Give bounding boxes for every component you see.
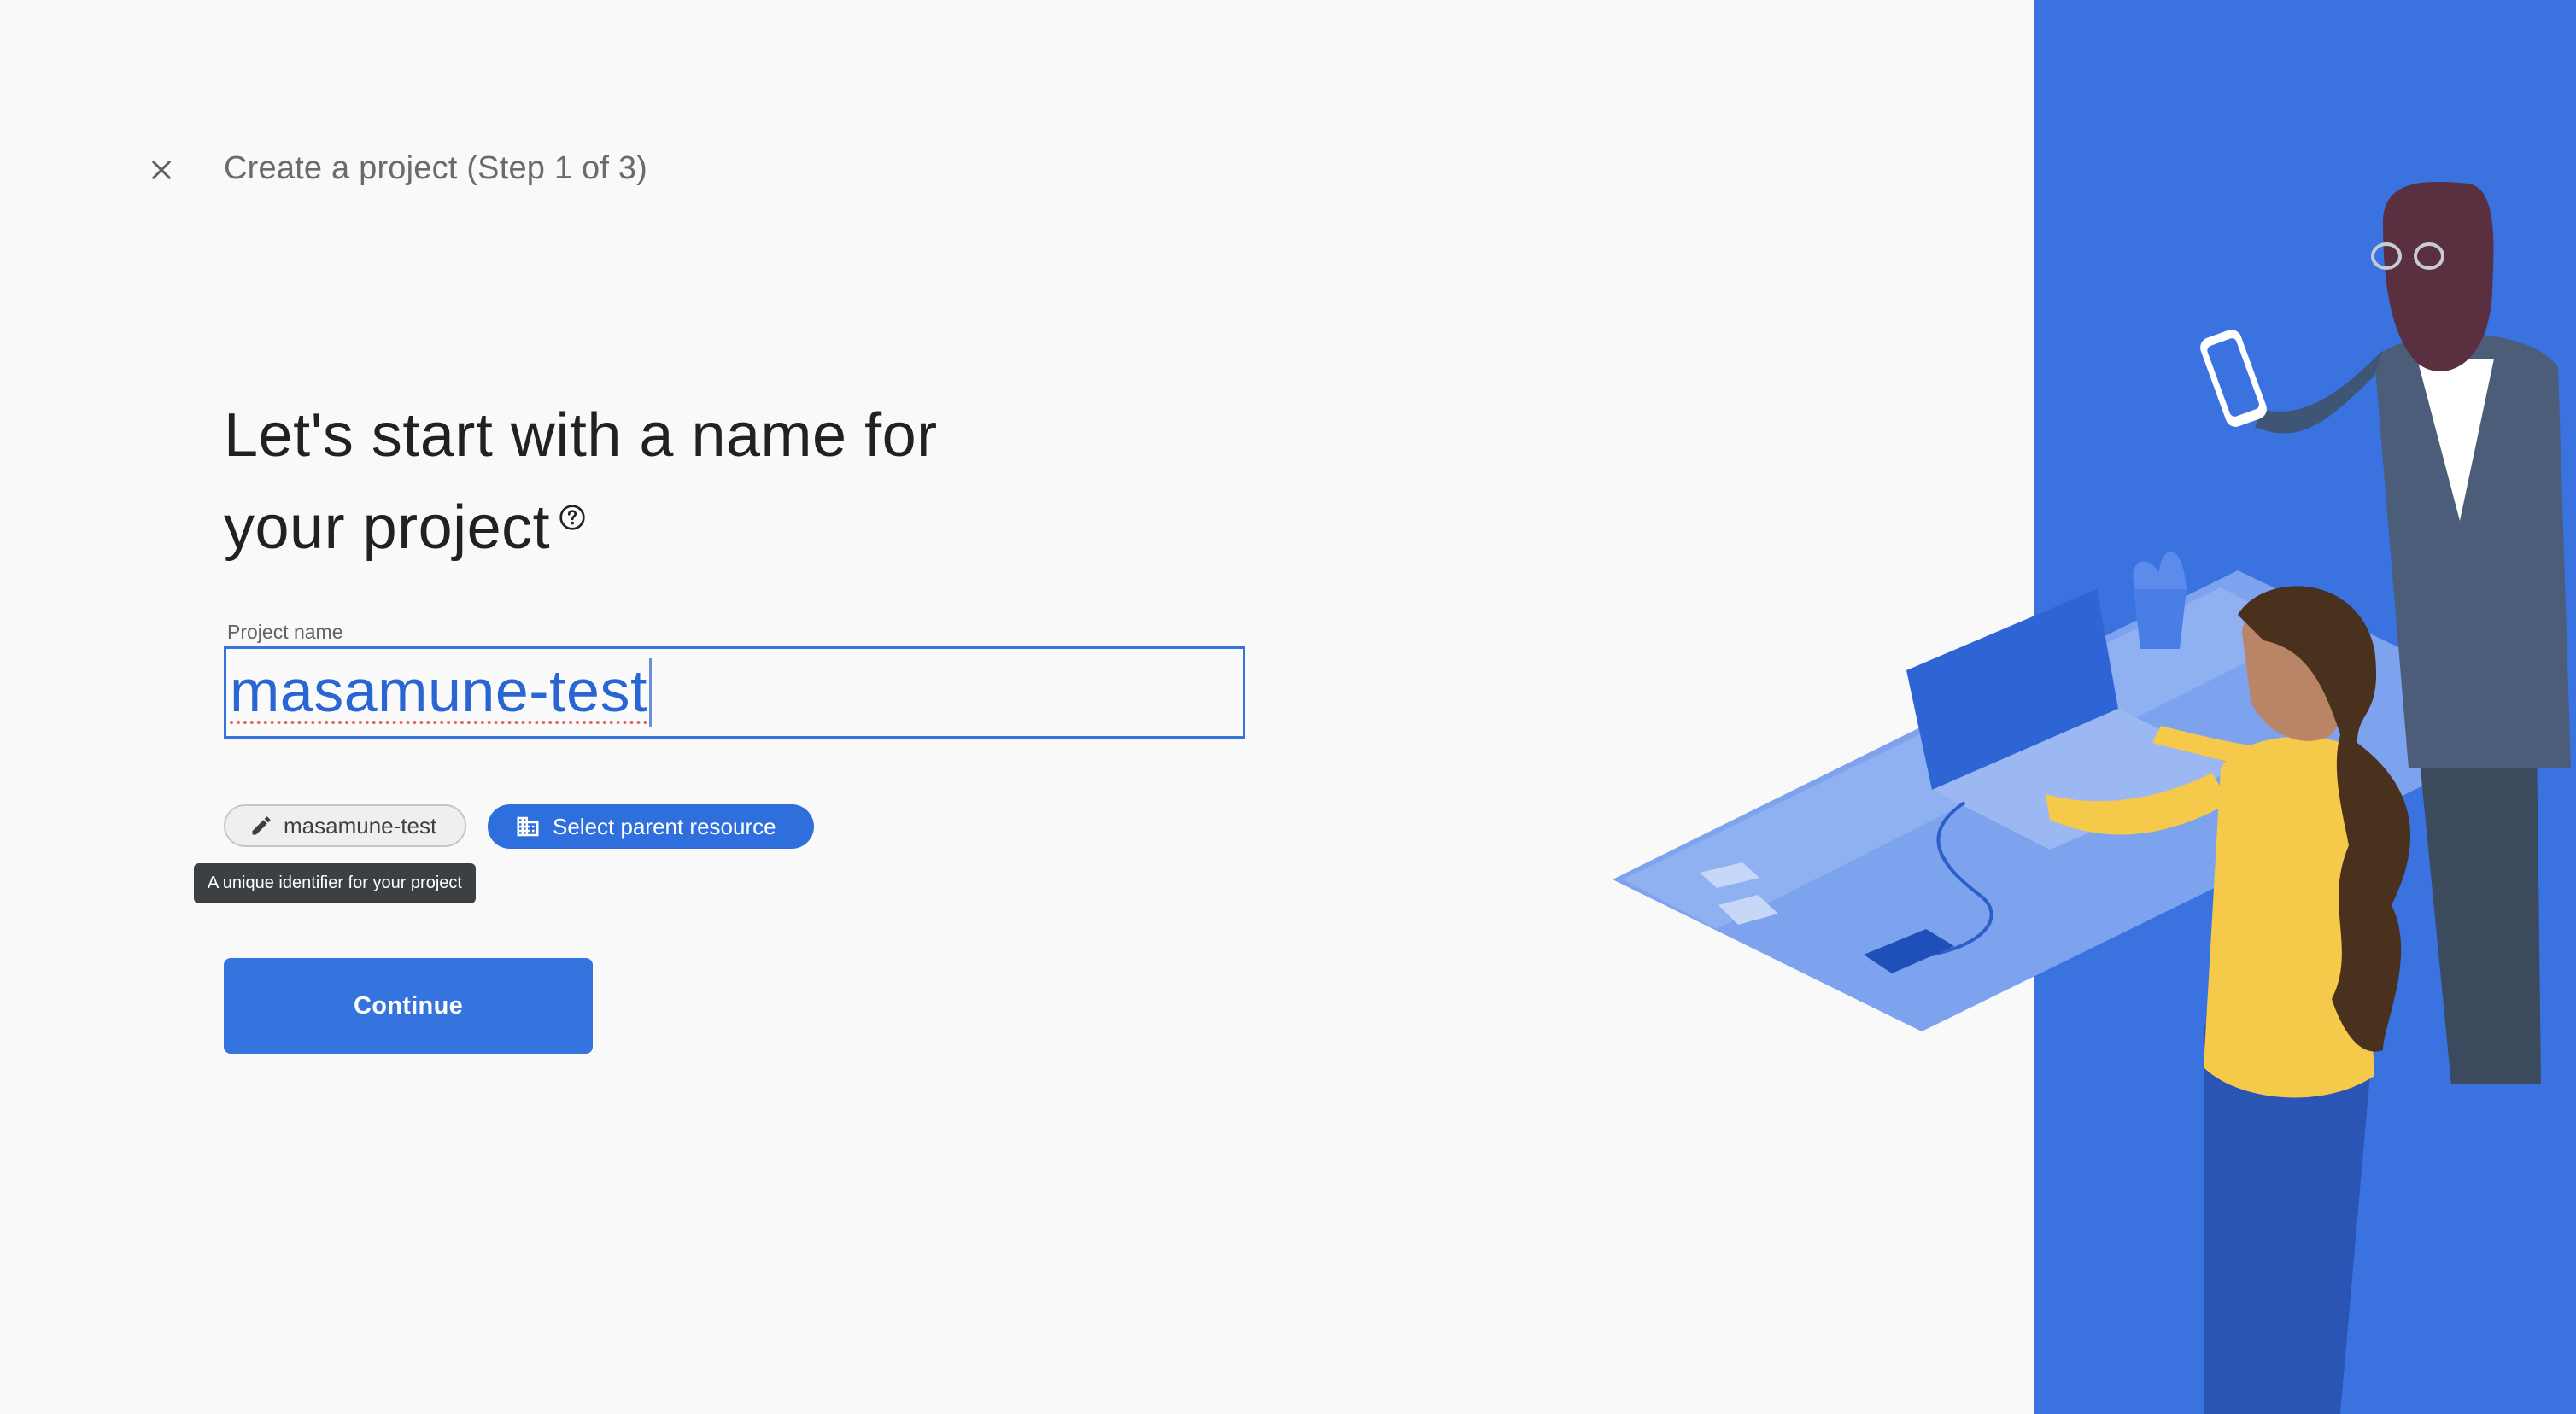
heading-line-2-wrap: your project	[224, 482, 1078, 574]
project-id-chip[interactable]: masamune-test	[224, 804, 466, 847]
select-parent-resource-button[interactable]: Select parent resource	[488, 804, 814, 849]
project-name-value[interactable]: masamune-test	[230, 661, 647, 724]
project-name-label: Project name	[227, 621, 343, 643]
heading-line-2: your project	[224, 494, 551, 562]
help-circle-icon[interactable]	[559, 504, 586, 531]
plant-pot	[2134, 589, 2187, 649]
text-caret	[648, 658, 652, 727]
people-at-desk-illustration	[1613, 0, 2576, 1414]
create-project-page: Create a project (Step 1 of 3) Let's sta…	[0, 0, 2576, 1414]
organization-icon	[517, 816, 539, 837]
select-parent-resource-label: Select parent resource	[553, 813, 776, 839]
heading-line-1: Let's start with a name for	[224, 401, 938, 470]
project-id-label: masamune-test	[284, 812, 437, 838]
continue-button[interactable]: Continue	[224, 958, 593, 1054]
project-name-input[interactable]: masamune-test	[224, 646, 1245, 739]
project-id-tooltip: A unique identifier for your project	[194, 863, 476, 903]
close-icon	[152, 161, 171, 179]
close-button[interactable]	[141, 149, 182, 190]
page-heading: Let's start with a name for your project	[224, 389, 1078, 574]
pencil-icon	[252, 816, 271, 835]
step-title: Create a project (Step 1 of 3)	[224, 150, 648, 186]
